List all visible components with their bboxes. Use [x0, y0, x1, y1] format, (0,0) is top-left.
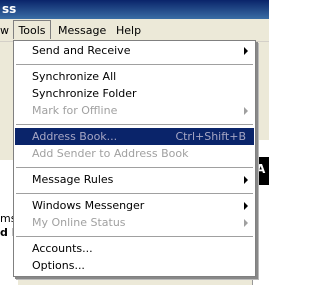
submenu-arrow-icon [244, 107, 248, 115]
menu-item-add-sender: Add Sender to Address Book [15, 145, 254, 162]
menu-item-label: Synchronize Folder [32, 87, 137, 100]
menu-item-label: Mark for Offline [32, 104, 118, 117]
menu-item-label: Send and Receive [32, 44, 131, 57]
menu-item-message-rules[interactable]: Message Rules [15, 171, 254, 188]
menu-separator [16, 64, 253, 66]
menu-help[interactable]: Help [114, 23, 143, 38]
menu-item-label: Address Book... [32, 130, 118, 143]
menu-item-label: Add Sender to Address Book [32, 147, 189, 160]
menu-item-send-and-receive[interactable]: Send and Receive [15, 42, 254, 59]
background-text: A [256, 162, 266, 176]
menu-separator [16, 193, 253, 195]
submenu-arrow-icon [244, 202, 248, 210]
window-title: ss [2, 2, 17, 16]
menu-separator [16, 236, 253, 238]
menu-item-options[interactable]: Options... [15, 257, 254, 274]
menu-item-label: Message Rules [32, 173, 114, 186]
menu-item-mark-for-offline: Mark for Offline [15, 102, 254, 119]
menu-item-synchronize-all[interactable]: Synchronize All [15, 68, 254, 85]
menu-tools[interactable]: Tools [13, 20, 51, 39]
menu-item-address-book[interactable]: Address Book... Ctrl+Shift+B [15, 128, 254, 145]
menu-separator [16, 124, 253, 126]
window-title-bar: ss [0, 0, 269, 19]
menu-item-shortcut: Ctrl+Shift+B [175, 130, 246, 143]
menu-message[interactable]: Message [56, 23, 108, 38]
menu-item-windows-messenger[interactable]: Windows Messenger [15, 197, 254, 214]
menu-item-my-online-status: My Online Status [15, 214, 254, 231]
menu-bar: w Tools Message Help [0, 19, 269, 42]
submenu-arrow-icon [244, 176, 248, 184]
menu-item-label: Windows Messenger [32, 199, 145, 212]
menu-item-label: Synchronize All [32, 70, 117, 83]
submenu-arrow-icon [244, 219, 248, 227]
menu-item-label: My Online Status [32, 216, 126, 229]
menu-view[interactable]: w [0, 23, 11, 38]
menu-item-accounts[interactable]: Accounts... [15, 240, 254, 257]
menu-item-synchronize-folder[interactable]: Synchronize Folder [15, 85, 254, 102]
menu-item-label: Accounts... [32, 242, 93, 255]
submenu-arrow-icon [244, 47, 248, 55]
tools-dropdown-menu: Send and Receive Synchronize All Synchro… [13, 40, 256, 277]
menu-item-label: Options... [32, 259, 85, 272]
menu-separator [16, 167, 253, 169]
